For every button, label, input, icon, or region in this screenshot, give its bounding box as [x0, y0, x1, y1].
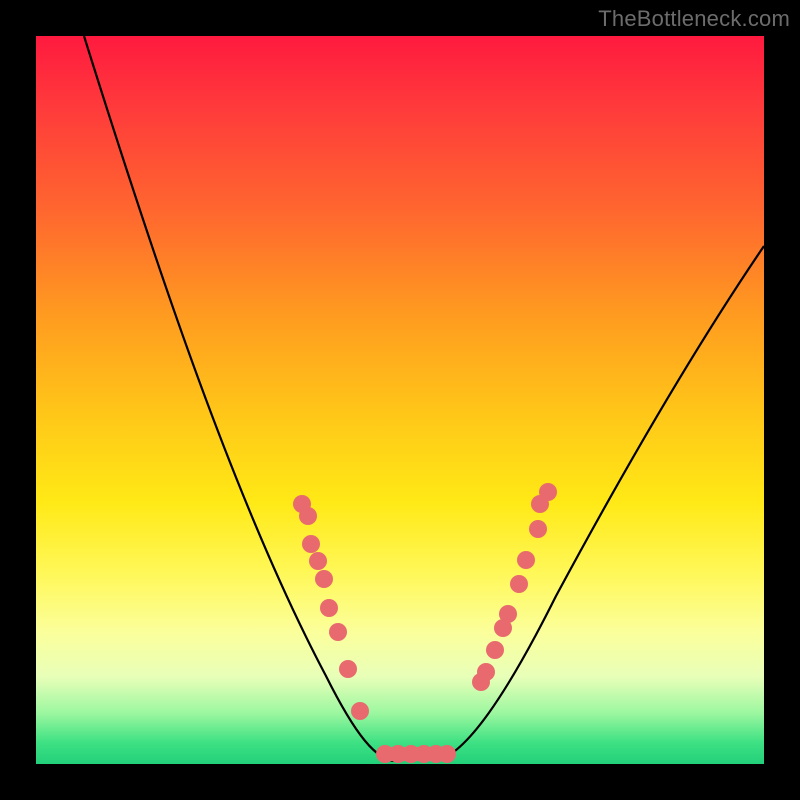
data-marker — [477, 663, 495, 681]
data-marker — [486, 641, 504, 659]
data-marker — [389, 745, 407, 763]
data-marker — [415, 745, 433, 763]
data-marker — [315, 570, 333, 588]
data-marker — [472, 673, 490, 691]
data-marker — [499, 605, 517, 623]
data-marker — [293, 495, 311, 513]
data-marker — [299, 507, 317, 525]
data-marker — [329, 623, 347, 641]
data-marker — [531, 495, 549, 513]
data-marker — [517, 551, 535, 569]
data-marker — [376, 745, 394, 763]
data-marker — [438, 745, 456, 763]
left-curve — [84, 36, 394, 761]
markers-right — [472, 483, 557, 691]
data-marker — [351, 702, 369, 720]
plot-area — [36, 36, 764, 764]
data-marker — [494, 619, 512, 637]
data-marker — [339, 660, 357, 678]
data-marker — [539, 483, 557, 501]
data-marker — [402, 745, 420, 763]
chart-svg — [36, 36, 764, 764]
data-marker — [529, 520, 547, 538]
right-curve — [436, 246, 764, 761]
data-marker — [309, 552, 327, 570]
data-marker — [510, 575, 528, 593]
markers-bottom — [376, 745, 456, 763]
chart-frame: TheBottleneck.com — [0, 0, 800, 800]
data-marker — [302, 535, 320, 553]
markers-left — [293, 495, 369, 720]
data-marker — [427, 745, 445, 763]
data-marker — [320, 599, 338, 617]
watermark-text: TheBottleneck.com — [598, 6, 790, 32]
